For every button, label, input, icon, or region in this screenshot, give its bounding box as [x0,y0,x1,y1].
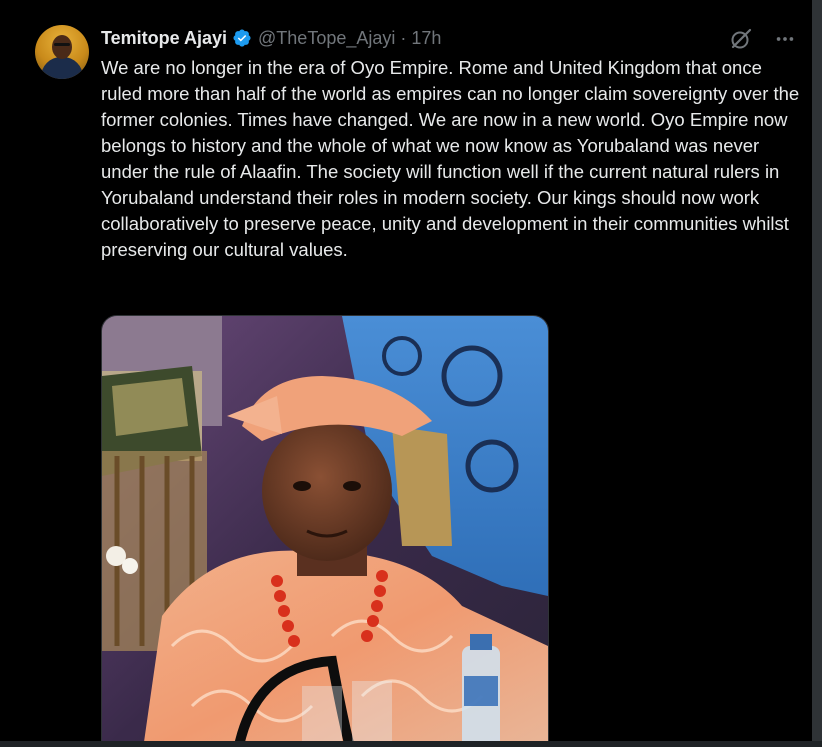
avatar-body-shape [41,57,83,79]
avatar[interactable] [35,25,89,79]
avatar-head-shape [52,35,72,59]
verified-badge-icon [233,29,251,47]
header-separator: · [400,27,407,48]
window-bottom-edge [0,741,822,747]
tweet-header: Temitope Ajayi @TheTope_Ajayi · 17h [101,25,441,51]
tweet-text: We are no longer in the era of Oyo Empir… [101,57,800,260]
avatar-glasses-shape [54,43,70,46]
tweet-media-photo[interactable] [101,315,549,747]
screenshot-frame: Temitope Ajayi @TheTope_Ajayi · 17h We a… [0,0,822,747]
author-name[interactable]: Temitope Ajayi [101,28,227,49]
grok-icon [731,28,752,49]
more-options-button[interactable] [772,26,798,52]
tweet[interactable]: Temitope Ajayi @TheTope_Ajayi · 17h We a… [0,0,812,747]
grok-button[interactable] [728,26,754,52]
tweet-timestamp[interactable]: 17h [411,28,441,49]
tweet-header-actions [728,26,798,52]
author-handle[interactable]: @TheTope_Ajayi [258,28,395,49]
more-options-icon [776,37,794,41]
photo-illustration [102,316,548,747]
window-right-edge [812,0,822,747]
